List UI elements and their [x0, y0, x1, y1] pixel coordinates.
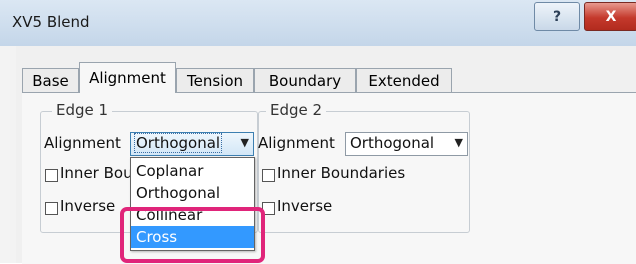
tab-label: Boundary — [268, 71, 342, 90]
edge2-group-title: Edge 2 — [266, 101, 327, 119]
edge2-alignment-label: Alignment — [258, 134, 335, 152]
dropdown-option-coplanar[interactable]: Coplanar — [131, 160, 254, 182]
edge1-inverse-checkbox[interactable] — [45, 202, 58, 215]
close-icon: X — [605, 8, 617, 25]
edge1-inner-boundaries-checkbox[interactable] — [45, 169, 58, 182]
tab-base[interactable]: Base — [22, 68, 79, 92]
tab-tension[interactable]: Tension — [176, 68, 254, 92]
edge2-inverse-label: Inverse — [277, 197, 333, 215]
edge1-inner-boundaries-label: Inner Bou — [60, 164, 133, 182]
edge2-alignment-select[interactable]: Orthogonal ▼ — [345, 132, 468, 156]
close-button[interactable]: X — [584, 2, 636, 31]
title-bar: XV5 Blend ? X — [0, 0, 636, 46]
dropdown-option-orthogonal[interactable]: Orthogonal — [131, 182, 254, 204]
edge2-inner-boundaries-checkbox[interactable] — [262, 169, 275, 182]
annotation-highlight-box — [120, 207, 265, 263]
tab-label: Base — [32, 71, 69, 90]
help-icon: ? — [552, 8, 562, 25]
edge1-alignment-select[interactable]: Orthogonal ▼ — [130, 132, 254, 156]
tab-label: Alignment — [89, 69, 166, 87]
edge1-group-title: Edge 1 — [52, 101, 113, 119]
chevron-down-icon: ▼ — [454, 136, 463, 149]
tab-label: Tension — [186, 71, 243, 90]
edge2-alignment-value: Orthogonal — [350, 134, 435, 152]
tab-boundary[interactable]: Boundary — [254, 68, 356, 92]
edge2-inner-boundaries-label: Inner Boundaries — [277, 164, 406, 182]
edge1-alignment-value: Orthogonal — [133, 133, 223, 153]
chevron-down-icon: ▼ — [240, 136, 249, 149]
tab-extended[interactable]: Extended — [356, 68, 452, 92]
edge1-alignment-label: Alignment — [44, 134, 121, 152]
edge1-inverse-label: Inverse — [60, 197, 116, 215]
window-title: XV5 Blend — [12, 13, 90, 31]
tab-label: Extended — [368, 71, 440, 90]
tab-alignment[interactable]: Alignment — [79, 62, 176, 93]
dialog-window: XV5 Blend ? X Base Alignment Tension Bou… — [0, 0, 636, 264]
help-button[interactable]: ? — [534, 2, 580, 31]
